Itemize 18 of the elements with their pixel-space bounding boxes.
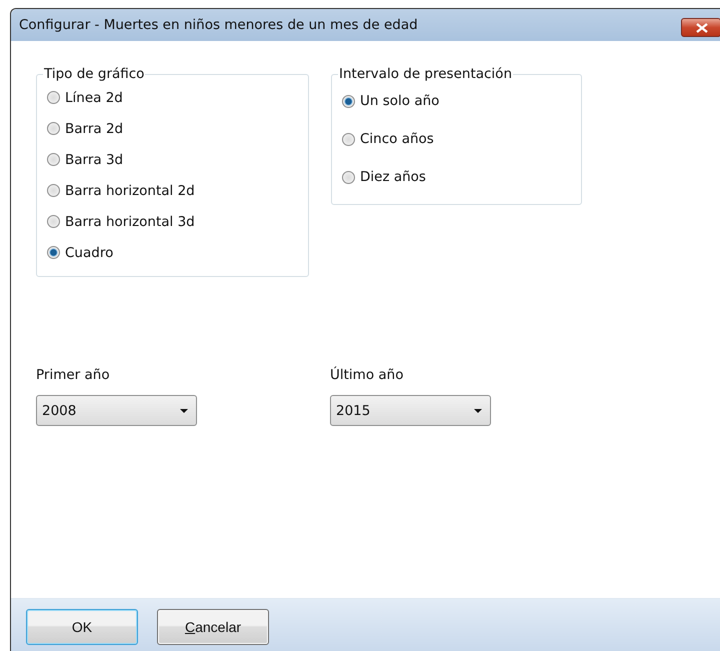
radio-option[interactable]: Barra 2d: [47, 113, 298, 144]
group-legend: Tipo de gráfico: [43, 66, 146, 82]
field-label: Primer año: [36, 366, 111, 385]
radio-option[interactable]: Barra horizontal 2d: [47, 175, 298, 206]
radio-option[interactable]: Cuadro: [47, 237, 298, 268]
dialog-button[interactable]: OK: [26, 609, 138, 645]
radio-option[interactable]: Barra 3d: [47, 144, 298, 175]
radio-option[interactable]: Barra horizontal 3d: [47, 206, 298, 237]
window-title: Configurar - Muertes en niños menores de un mes de edad: [19, 17, 418, 33]
field-label: Último año: [330, 366, 404, 385]
dialog-button[interactable]: Cancelar: [157, 609, 269, 645]
group-legend: Intervalo de presentación: [338, 66, 513, 82]
year-dropdown[interactable]: 2015: [330, 395, 491, 426]
year-dropdown[interactable]: 2008: [36, 395, 197, 426]
radio-option[interactable]: Diez años: [342, 158, 571, 196]
radio-option[interactable]: Un solo año: [342, 82, 571, 120]
radio-option[interactable]: Cinco años: [342, 120, 571, 158]
radio-option[interactable]: Línea 2d: [47, 82, 298, 113]
